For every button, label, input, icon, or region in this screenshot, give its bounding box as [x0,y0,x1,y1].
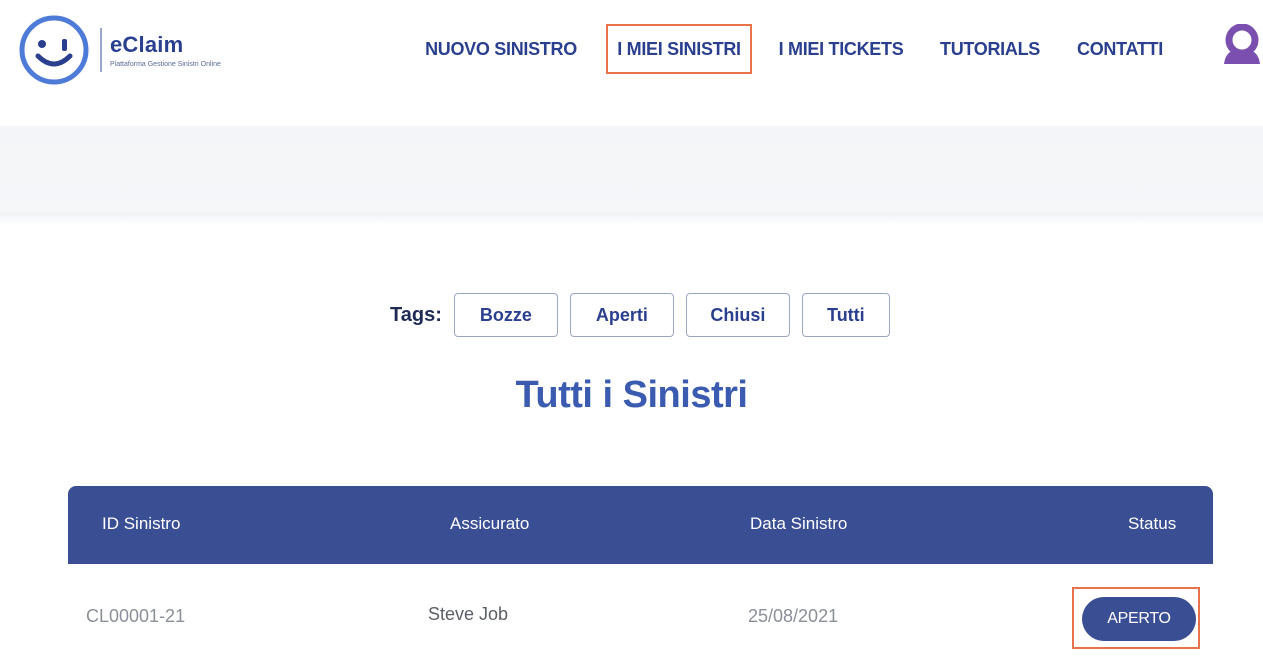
nav-tutorials[interactable]: TUTORIALS [934,24,1046,74]
tags-label: Tags: [390,303,442,326]
cell-data-sinistro: 25/08/2021 [748,606,839,626]
cell-id-sinistro: CL00001-21 [86,606,186,626]
nav-i-miei-tickets[interactable]: I MIEI TICKETS [772,24,910,74]
tag-aperti-button[interactable]: Aperti [569,293,674,337]
cell-assicurato: Steve Job [428,604,509,624]
hero-band [0,126,1263,218]
logo-divider [100,28,102,72]
column-header-id: ID Sinistro [102,514,181,533]
brand-name: eClaim [110,31,184,57]
band-shadow [0,212,1263,224]
nav-i-miei-sinistri[interactable]: I MIEI SINISTRI [606,24,752,74]
page-title: Tutti i Sinistri [515,374,748,416]
status-badge[interactable]: APERTO [1082,597,1196,641]
brand-logo[interactable]: eClaim Piattaforma Gestione Sinistri Onl… [18,12,278,88]
table-header: ID Sinistro Assicurato Data Sinistro Sta… [68,486,1213,564]
eclaim-logo-icon [19,15,89,85]
tag-filter-bar: Tags: Bozze Aperti Chiusi Tutti [390,293,902,337]
brand-tagline: Piattaforma Gestione Sinistri Online [110,60,221,68]
tag-chiusi-button[interactable]: Chiusi [685,293,790,337]
column-header-data: Data Sinistro [750,514,848,533]
top-header: eClaim Piattaforma Gestione Sinistri Onl… [0,0,1263,100]
nav-contatti[interactable]: CONTATTI [1068,24,1172,74]
tag-bozze-button[interactable]: Bozze [453,293,558,337]
column-header-assicurato: Assicurato [450,514,530,533]
column-header-status: Status [1128,514,1177,533]
user-avatar-icon[interactable] [1222,24,1262,64]
table-row[interactable]: CL00001-21 Steve Job 25/08/2021 [68,564,1213,666]
tag-tutti-button[interactable]: Tutti [801,293,890,337]
nav-nuovo-sinistro[interactable]: NUOVO SINISTRO [414,24,588,74]
